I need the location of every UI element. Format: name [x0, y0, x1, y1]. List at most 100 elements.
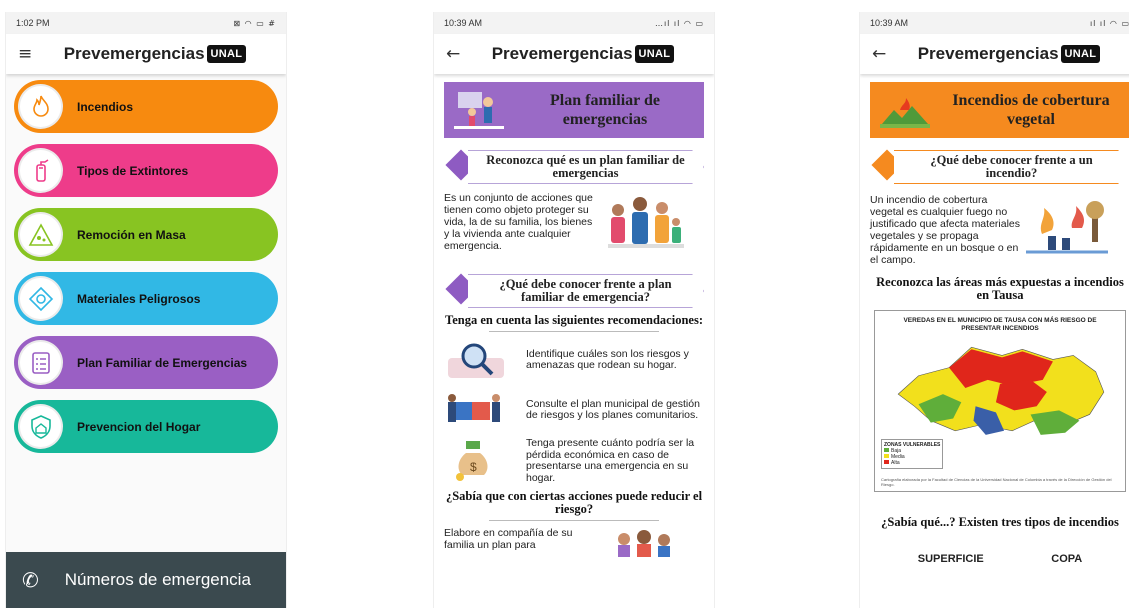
menu-screen: 1:02 PM ⊠ ◠ ▭ # ≡ Prevemergencias UNAL In…	[5, 12, 287, 608]
status-bar: 10:39 AM ıl ıl ◠ ▭	[860, 12, 1129, 34]
app-bar: ← Prevemergencias UNAL	[434, 34, 714, 74]
status-time: 10:39 AM	[444, 18, 483, 28]
definition-text: Es un conjunto de acciones que tienen co…	[444, 192, 593, 252]
subheading-text: Reconozca qué es un plan familiar de eme…	[468, 150, 704, 184]
app-title-text: Prevemergencias	[917, 44, 1059, 63]
subheading-text: ¿Qué debe conocer frente a plan familiar…	[468, 274, 704, 308]
recommendation-item: Consulte el plan municipal de gestión de…	[444, 388, 704, 432]
subheading-tag: ¿Qué debe conocer frente a un incendio?	[870, 149, 1129, 184]
unal-badge: UNAL	[1060, 45, 1101, 63]
status-icons: ıl ıl ◠ ▭	[1089, 18, 1129, 28]
app-title-text: Prevemergencias	[491, 44, 633, 63]
subheading-tag: Reconozca qué es un plan familiar de eme…	[444, 149, 704, 184]
menu-item-label: Plan Familiar de Emergencias	[77, 355, 248, 370]
did-you-know-heading: ¿Sabía que con ciertas acciones puede re…	[445, 489, 703, 516]
legend-item: Alta	[884, 460, 940, 466]
phone-icon: ✆	[22, 568, 39, 592]
divider	[489, 331, 659, 332]
status-icons: ⊠ ◠ ▭ #	[233, 18, 276, 28]
divider	[489, 520, 659, 521]
map-title: VEREDAS EN EL MUNICIPIO DE TAUSA CON MÁS…	[903, 317, 1097, 332]
group-illustration	[618, 530, 670, 557]
unal-badge: UNAL	[634, 45, 675, 63]
tausa-map-illustration	[897, 346, 1105, 435]
infographic: Plan familiar de emergencias Reconozca q…	[434, 74, 714, 608]
definition-block: Un incendio de cobertura vegetal es cual…	[870, 194, 1129, 266]
fire-type-label: SUPERFICIE	[917, 553, 984, 565]
hazmat-icon	[18, 276, 63, 321]
legend-swatch	[884, 454, 889, 458]
risk-map: VEREDAS EN EL MUNICIPIO DE TAUSA CON MÁS…	[874, 310, 1126, 492]
fire-icon	[18, 84, 63, 129]
back-arrow-icon[interactable]: ←	[872, 44, 890, 64]
forest-fire-illustration	[880, 98, 930, 128]
landslide-icon	[18, 212, 63, 257]
recommendation-text: Consulte el plan municipal de gestión de…	[526, 397, 700, 421]
plan-familiar-screen: 10:39 AM …ıl ıl ◠ ▭ ← Prevemergencias UNA…	[433, 12, 715, 608]
definition-block: Es un conjunto de acciones que tienen co…	[444, 192, 704, 262]
menu-item-prevencion-del-hogar[interactable]: Prevencion del Hogar	[14, 400, 278, 453]
firefighters-illustration	[1026, 201, 1108, 254]
exposed-areas-heading: Reconozca las áreas más expuestas a ince…	[876, 275, 1124, 302]
emergency-numbers-label: Números de emergencia	[64, 570, 251, 589]
status-bar: 10:39 AM …ıl ıl ◠ ▭	[434, 12, 714, 34]
hamburger-menu-icon[interactable]: ≡	[18, 44, 36, 64]
section-title: Incendios de cobertura vegetal	[952, 92, 1110, 128]
definition-text: Un incendio de cobertura vegetal es cual…	[870, 194, 1020, 266]
home-shield-icon	[18, 404, 63, 449]
recommendation-item: Identifique cuáles son los riesgos y ame…	[444, 338, 704, 382]
subheading-text: ¿Qué debe conocer frente a un incendio?	[894, 150, 1129, 184]
app-title: Prevemergencias UNAL	[36, 44, 274, 64]
menu-item-label: Prevencion del Hogar	[77, 419, 201, 434]
fire-types-heading: ¿Sabía qué...? Existen tres tipos de inc…	[881, 515, 1119, 529]
back-arrow-icon[interactable]: ←	[446, 44, 464, 64]
app-title: Prevemergencias UNAL	[464, 44, 702, 64]
recommendation-text: Tenga presente cuánto podría ser la pérd…	[526, 437, 695, 484]
checklist-icon	[18, 340, 63, 385]
app-bar: ← Prevemergencias UNAL	[860, 34, 1129, 74]
section-banner: Plan familiar de emergencias	[444, 82, 704, 138]
map-source-note: Cartografía elaborada por la Facultad de…	[881, 477, 1112, 487]
section-banner: Incendios de cobertura vegetal	[870, 82, 1129, 138]
recommendations-heading: Tenga en cuenta las siguientes recomenda…	[445, 313, 703, 327]
fire-type-label: COPA	[1051, 553, 1083, 565]
family-illustration	[608, 197, 684, 248]
app-title: Prevemergencias UNAL	[890, 44, 1128, 64]
action-block: Elabore en compañía de su familia un pla…	[444, 527, 704, 557]
extinguisher-icon	[18, 148, 63, 193]
legend-swatch	[884, 460, 889, 464]
recommendation-text: Identifique cuáles son los riesgos y ame…	[526, 347, 689, 371]
status-bar: 1:02 PM ⊠ ◠ ▭ #	[6, 12, 286, 34]
action-text: Elabore en compañía de su familia un pla…	[444, 527, 573, 551]
magnifier-illustration	[448, 343, 504, 378]
emergency-numbers-bar[interactable]: ✆ Números de emergencia	[6, 552, 286, 608]
section-title: Plan familiar de emergencias	[550, 92, 660, 128]
legend-swatch	[884, 448, 889, 452]
recommendation-item: $ Tenga presente cuánto podría ser la pé…	[444, 437, 704, 484]
app-bar: ≡ Prevemergencias UNAL	[6, 34, 286, 74]
menu-item-incendios[interactable]: Incendios	[14, 80, 278, 133]
svg-text:$: $	[470, 460, 477, 474]
menu-item-plan-familiar[interactable]: Plan Familiar de Emergencias	[14, 336, 278, 389]
status-icons: …ıl ıl ◠ ▭	[654, 18, 704, 28]
menu-item-materiales-peligrosos[interactable]: Materiales Peligrosos	[14, 272, 278, 325]
infographic: Incendios de cobertura vegetal ¿Qué debe…	[860, 74, 1129, 608]
puzzle-team-illustration	[448, 394, 500, 422]
menu-item-label: Materiales Peligrosos	[77, 291, 201, 306]
menu-item-tipos-de-extintores[interactable]: Tipos de Extintores	[14, 144, 278, 197]
fire-types-row: SUPERFICIE COPA	[870, 553, 1129, 565]
status-time: 1:02 PM	[16, 18, 50, 28]
menu-item-remocion-en-masa[interactable]: Remoción en Masa	[14, 208, 278, 261]
money-bag-illustration: $	[456, 441, 488, 481]
menu-item-label: Remoción en Masa	[77, 227, 186, 242]
topic-menu: Incendios Tipos de Extintores Remoción e…	[6, 74, 286, 453]
menu-item-label: Incendios	[77, 99, 134, 114]
subheading-tag: ¿Qué debe conocer frente a plan familiar…	[444, 273, 704, 308]
incendios-screen: 10:39 AM ıl ıl ◠ ▭ ← Prevemergencias UNAL…	[859, 12, 1129, 608]
status-time: 10:39 AM	[870, 18, 909, 28]
menu-item-label: Tipos de Extintores	[77, 163, 189, 178]
app-title-text: Prevemergencias	[63, 44, 205, 63]
family-plan-illustration	[454, 92, 504, 129]
unal-badge: UNAL	[206, 45, 247, 63]
map-legend: ZONAS VULNERABLES Baja Media Alta	[881, 439, 944, 469]
